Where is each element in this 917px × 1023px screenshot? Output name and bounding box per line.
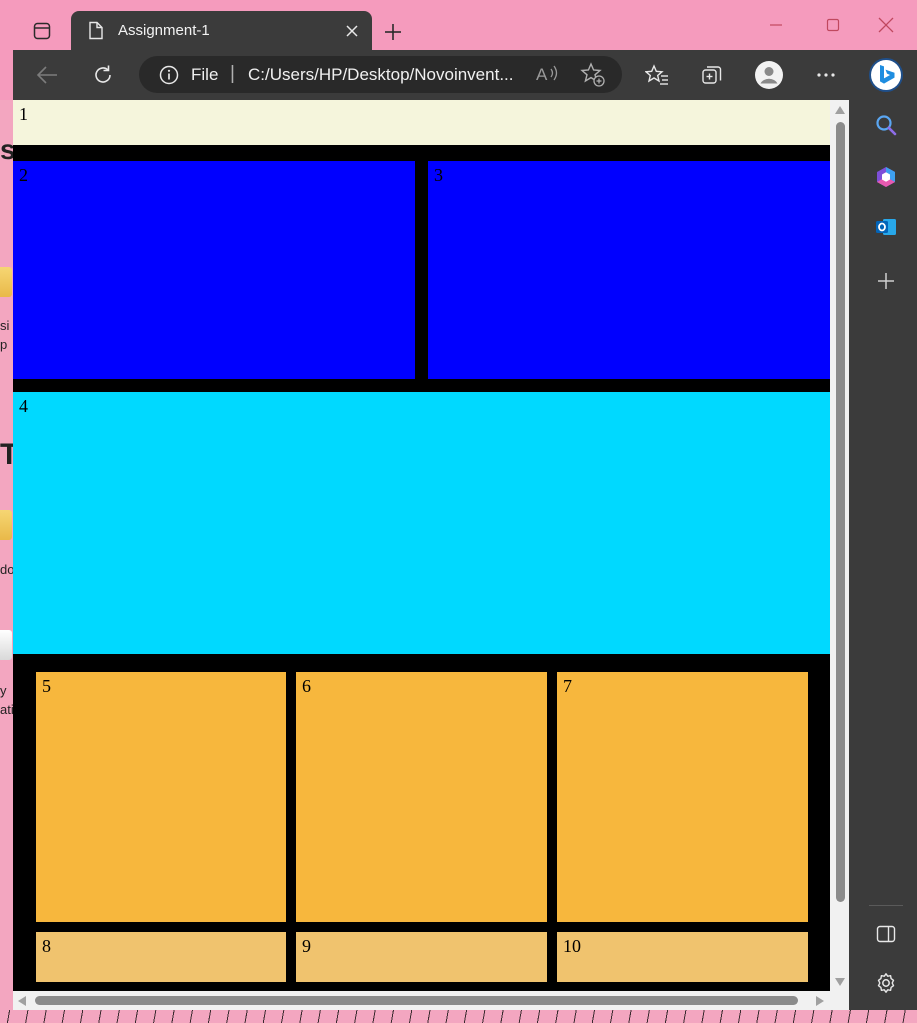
address-separator: | [230, 63, 235, 84]
maximize-button[interactable] [818, 12, 848, 38]
grid-item-label: 2 [19, 165, 28, 185]
edge-sidebar [849, 100, 917, 1010]
horizontal-scroll-thumb[interactable] [35, 996, 798, 1005]
sidebar-toggle-icon [876, 925, 896, 943]
grid-item-2: 2 [13, 161, 415, 379]
sidebar-outlook-button[interactable] [871, 212, 901, 242]
new-tab-button[interactable] [380, 19, 406, 45]
read-aloud-button[interactable]: A [536, 63, 560, 90]
office-icon [877, 167, 895, 187]
scroll-up-arrow[interactable] [835, 106, 845, 114]
collections-button[interactable] [696, 60, 728, 90]
desktop-text-fragment: si [0, 318, 10, 333]
desktop-folder-icon [0, 267, 12, 297]
desktop-file-icon [0, 630, 12, 660]
address-url[interactable]: C:/Users/HP/Desktop/Novoinvent... [248, 65, 513, 85]
desktop-wallpaper-strip [0, 1010, 917, 1023]
profile-icon [755, 61, 783, 89]
tab-actions-button[interactable] [27, 16, 57, 46]
grid-item-7: 7 [557, 672, 808, 922]
close-window-button[interactable] [871, 12, 901, 38]
more-icon [817, 73, 835, 77]
sidebar-add-button[interactable] [871, 266, 901, 296]
copilot-button[interactable] [866, 57, 906, 93]
horizontal-scrollbar[interactable] [13, 991, 849, 1010]
scroll-right-arrow[interactable] [816, 996, 824, 1006]
tab-actions-icon [33, 22, 51, 40]
desktop-text-fragment: do [0, 562, 13, 577]
grid-item-3: 3 [428, 161, 830, 379]
minimize-button[interactable] [761, 12, 791, 38]
favorites-icon [645, 64, 668, 85]
document-icon [88, 21, 104, 45]
grid-item-8: 8 [36, 932, 286, 982]
address-scheme-label: File [191, 65, 219, 84]
tab-title: Assignment-1 [118, 22, 210, 39]
grid-item-label: 7 [563, 676, 572, 696]
grid-item-6: 6 [296, 672, 547, 922]
refresh-icon [95, 65, 111, 83]
site-info-button[interactable] [159, 65, 179, 90]
sidebar-toggle-button[interactable] [871, 919, 901, 949]
plus-icon [385, 24, 401, 40]
grid-item-label: 1 [19, 104, 28, 124]
sidebar-divider [869, 905, 903, 906]
svg-text:A: A [536, 65, 548, 84]
grid-item-9: 9 [296, 932, 547, 982]
grid-item-1: 1 [13, 100, 830, 145]
sidebar-office-button[interactable] [871, 162, 901, 192]
desktop-text-fragment: ati [0, 702, 13, 717]
minimize-icon [770, 24, 782, 26]
profile-button[interactable] [753, 60, 785, 90]
grid-item-5: 5 [36, 672, 286, 922]
collections-icon [702, 66, 722, 84]
grid-item-label: 6 [302, 676, 311, 696]
grid-item-label: 3 [434, 165, 443, 185]
read-aloud-icon: A [536, 65, 558, 84]
close-icon [346, 25, 358, 37]
maximize-icon [826, 18, 840, 32]
browser-window: Assignment-1 File | C:/Users/HP/Desktop/… [13, 0, 917, 1010]
add-favorite-button[interactable] [580, 62, 606, 93]
plus-icon [878, 273, 894, 289]
browser-toolbar: File | C:/Users/HP/Desktop/Novoinvent...… [13, 50, 917, 100]
favorites-button[interactable] [641, 60, 673, 90]
page-viewport: 1 2 3 4 5 6 7 8 9 10 [13, 100, 830, 991]
info-icon [159, 65, 179, 85]
desktop-text-fragment: s [0, 134, 13, 165]
grid-item-label: 10 [563, 936, 581, 956]
address-bar[interactable]: File | C:/Users/HP/Desktop/Novoinvent...… [139, 56, 622, 93]
vertical-scrollbar[interactable] [830, 100, 849, 991]
back-button[interactable] [31, 60, 63, 90]
desktop-text-fragment: T [0, 438, 13, 471]
desktop-text-fragment: p [0, 337, 8, 352]
grid-item-label: 4 [19, 396, 28, 416]
grid-item-label: 5 [42, 676, 51, 696]
back-arrow-icon [36, 66, 57, 84]
desktop-folder-icon [0, 510, 12, 540]
scroll-left-arrow[interactable] [18, 996, 26, 1006]
tab-strip: Assignment-1 [13, 0, 917, 50]
vertical-scroll-thumb[interactable] [836, 122, 845, 902]
desktop-text-fragment: y [0, 683, 7, 698]
grid-item-label: 8 [42, 936, 51, 956]
grid-item-10: 10 [557, 932, 808, 982]
star-plus-icon [580, 62, 605, 87]
settings-button[interactable] [871, 968, 901, 998]
grid-item-4: 4 [13, 392, 830, 654]
desktop-background: s si p T do y ati [0, 100, 13, 1023]
active-tab[interactable]: Assignment-1 [71, 11, 372, 50]
tab-close-button[interactable] [342, 21, 362, 41]
outlook-icon [876, 219, 896, 235]
grid-item-label: 9 [302, 936, 311, 956]
gear-icon [877, 973, 895, 993]
scroll-down-arrow[interactable] [835, 978, 845, 986]
sidebar-search-button[interactable] [871, 110, 901, 140]
refresh-button[interactable] [87, 60, 119, 90]
more-button[interactable] [810, 60, 842, 90]
search-icon [876, 115, 897, 136]
close-window-icon [878, 17, 894, 33]
bing-icon [869, 58, 903, 92]
